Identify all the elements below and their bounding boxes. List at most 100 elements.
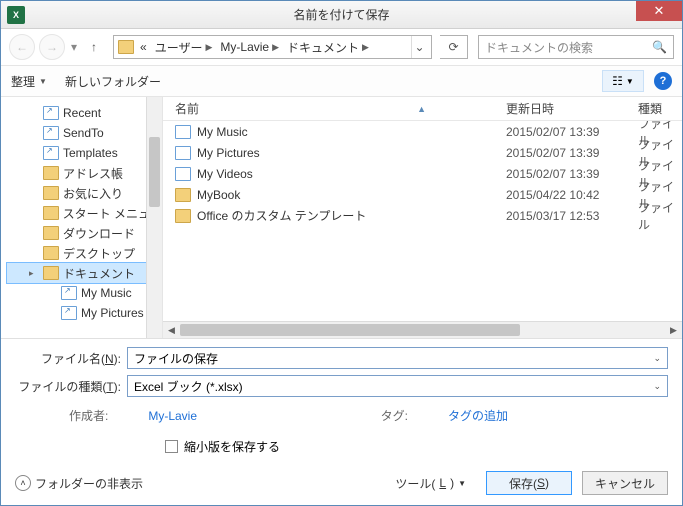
explorer-body: Recent SendTo Templatesアドレス帳お気に入りスタート メニュー… (1, 97, 682, 338)
close-button[interactable]: ✕ (636, 1, 682, 21)
tree-item[interactable]: ▸ドキュメント (7, 263, 162, 283)
folder-tree[interactable]: Recent SendTo Templatesアドレス帳お気に入りスタート メニュー… (1, 97, 163, 338)
chevron-up-icon: ˄ (15, 475, 31, 491)
author-label: 作成者: (69, 407, 108, 424)
new-folder-button[interactable]: 新しいフォルダー (65, 73, 161, 90)
tag-value[interactable]: タグの追加 (448, 407, 508, 424)
file-row[interactable]: My Pictures2015/02/07 13:39ファイル (163, 142, 682, 163)
column-headers[interactable]: 名前▲ 更新日時 種類 (163, 97, 682, 121)
breadcrumb-item[interactable]: My-Lavie▶ (218, 40, 281, 54)
thumbnail-label[interactable]: 縮小版を保存する (184, 438, 280, 455)
bottom-bar: ˄ フォルダーの非表示 ツール(L) ▼ 保存(S) キャンセル (1, 467, 682, 505)
folder-icon (118, 40, 134, 54)
help-button[interactable]: ? (654, 72, 672, 90)
tree-item-label: ダウンロード (63, 225, 135, 242)
file-name: My Music (197, 125, 248, 139)
filename-input[interactable]: ファイルの保存⌄ (127, 347, 668, 369)
tree-item-label: SendTo (63, 126, 104, 140)
folder-icon (43, 206, 59, 220)
shortcut-icon (43, 106, 59, 120)
tree-item[interactable]: ダウンロード (7, 223, 162, 243)
cancel-button[interactable]: キャンセル (582, 471, 668, 495)
hide-folders-button[interactable]: ˄ フォルダーの非表示 (15, 475, 143, 492)
tree-item[interactable]: My Pictures (7, 303, 162, 323)
column-type[interactable]: 種類 (638, 100, 682, 117)
folder-icon (43, 186, 59, 200)
breadcrumb-item[interactable]: ユーザー▶ (153, 39, 215, 56)
file-row[interactable]: Office のカスタム テンプレート2015/03/17 12:53ファイル (163, 205, 682, 226)
save-as-dialog: X 名前を付けて保存 ✕ ← → ▾ ↑ « ユーザー▶ My-Lavie▶ ド… (0, 0, 683, 506)
horizontal-scrollbar[interactable]: ◀ ▶ (163, 321, 682, 338)
column-name[interactable]: 名前▲ (163, 100, 506, 117)
tree-item[interactable]: Recent (7, 103, 162, 123)
excel-icon: X (7, 6, 25, 24)
file-pane: 名前▲ 更新日時 種類 My Music 2015/02/07 13:39 ファイル… (163, 97, 682, 338)
breadcrumb-item[interactable]: ドキュメント▶ (285, 39, 371, 56)
form-area: ファイル名(N): ファイルの保存⌄ ファイルの種類(T): Excel ブック… (1, 338, 682, 467)
breadcrumb-prefix: « (138, 40, 149, 54)
file-list[interactable]: My Music 2015/02/07 13:39 ファイル My Pictures2… (163, 121, 682, 321)
tree-item[interactable]: Templates (7, 143, 162, 163)
folder-icon (43, 166, 59, 180)
tree-item[interactable]: スタート メニュー (7, 203, 162, 223)
filetype-select[interactable]: Excel ブック (*.xlsx)⌄ (127, 375, 668, 397)
shortcut-icon (61, 286, 77, 300)
shortcut-icon (175, 146, 191, 160)
address-bar[interactable]: « ユーザー▶ My-Lavie▶ ドキュメント▶ ⌄ (113, 35, 432, 59)
file-row[interactable]: My Music2015/02/07 13:39ファイル (163, 121, 682, 142)
file-name: MyBook (197, 188, 240, 202)
thumbnail-checkbox[interactable] (165, 440, 178, 453)
sort-indicator-icon: ▲ (417, 104, 426, 114)
nav-bar: ← → ▾ ↑ « ユーザー▶ My-Lavie▶ ドキュメント▶ ⌄ ⟳ ドキ… (1, 29, 682, 65)
file-type: ファイル (638, 199, 682, 233)
column-date[interactable]: 更新日時 (506, 100, 638, 117)
shortcut-icon (43, 146, 59, 160)
save-button[interactable]: 保存(S) (486, 471, 572, 495)
tree-scrollbar[interactable] (146, 97, 162, 338)
scrollbar-thumb[interactable] (180, 324, 520, 336)
tree-item[interactable]: お気に入り (7, 183, 162, 203)
file-name: Office のカスタム テンプレート (197, 207, 366, 224)
tree-item[interactable]: SendTo (7, 123, 162, 143)
filetype-label: ファイルの種類(T): (15, 378, 121, 395)
file-date: 2015/02/07 13:39 (506, 146, 638, 160)
view-icon: ☷ (612, 74, 623, 88)
folder-icon (43, 266, 59, 280)
scroll-left-icon[interactable]: ◀ (163, 322, 180, 339)
file-name: My Videos (197, 167, 253, 181)
tree-item-label: My Pictures (81, 306, 144, 320)
window-title: 名前を付けて保存 (1, 6, 682, 23)
tree-item[interactable]: My Music (7, 283, 162, 303)
toolbar: 整理▼ 新しいフォルダー ☷▼ ? (1, 65, 682, 97)
shortcut-icon (175, 125, 191, 139)
filename-label: ファイル名(N): (15, 350, 121, 367)
organize-menu[interactable]: 整理▼ (11, 73, 47, 90)
file-row[interactable]: My Videos2015/02/07 13:39ファイル (163, 163, 682, 184)
tree-item-label: My Music (81, 286, 132, 300)
history-dropdown[interactable]: ▾ (71, 40, 77, 54)
shortcut-icon (175, 167, 191, 181)
forward-button[interactable]: → (39, 34, 65, 60)
back-button[interactable]: ← (9, 34, 35, 60)
up-button[interactable]: ↑ (83, 36, 105, 58)
scroll-right-icon[interactable]: ▶ (665, 322, 682, 339)
scrollbar-thumb[interactable] (149, 137, 160, 207)
search-input[interactable]: ドキュメントの検索 🔍 (478, 35, 674, 59)
titlebar: X 名前を付けて保存 ✕ (1, 1, 682, 29)
address-dropdown[interactable]: ⌄ (411, 36, 427, 58)
folder-icon (43, 226, 59, 240)
shortcut-icon (61, 306, 77, 320)
folder-icon (175, 209, 191, 223)
tree-item[interactable]: アドレス帳 (7, 163, 162, 183)
tree-item[interactable]: デスクトップ (7, 243, 162, 263)
view-options-button[interactable]: ☷▼ (602, 70, 644, 92)
tree-item-label: デスクトップ (63, 245, 135, 262)
author-value[interactable]: My-Lavie (148, 409, 197, 423)
refresh-button[interactable]: ⟳ (440, 35, 468, 59)
file-date: 2015/02/07 13:39 (506, 167, 638, 181)
file-date: 2015/02/07 13:39 (506, 125, 638, 139)
tree-item-label: お気に入り (63, 185, 123, 202)
file-row[interactable]: MyBook2015/04/22 10:42ファイル (163, 184, 682, 205)
tools-menu[interactable]: ツール(L) ▼ (395, 475, 466, 492)
search-placeholder: ドキュメントの検索 (485, 39, 593, 56)
